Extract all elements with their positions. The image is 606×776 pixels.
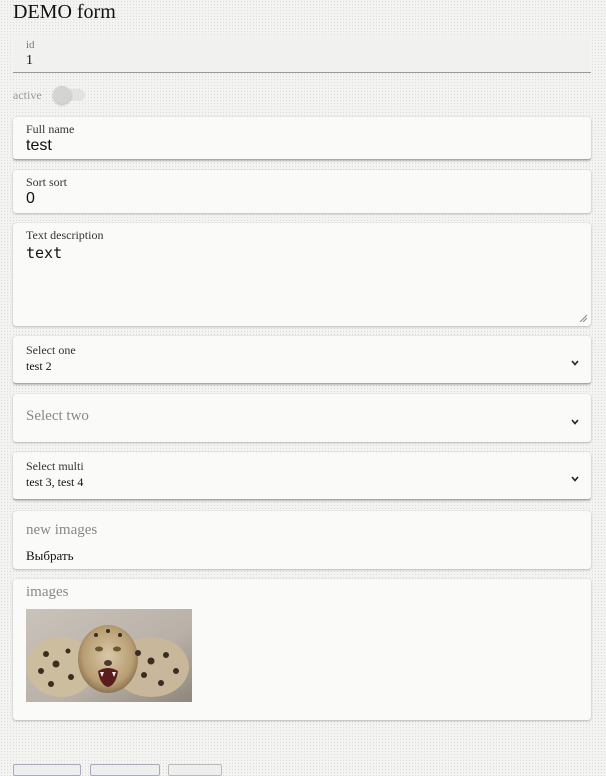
- leopard-image: [26, 609, 192, 702]
- active-toggle-knob[interactable]: [53, 86, 71, 104]
- new-images-label: new images: [26, 522, 98, 538]
- chevron-down-icon[interactable]: [570, 417, 580, 427]
- select-one-field[interactable]: Select one test 2: [13, 336, 591, 384]
- text-description-textarea[interactable]: text: [26, 244, 62, 262]
- select-one-label: Select one: [26, 343, 76, 357]
- image-thumbnail[interactable]: [26, 609, 192, 702]
- text-description-field[interactable]: Text description text: [13, 223, 591, 326]
- select-multi-label: Select multi: [26, 459, 84, 473]
- active-label: active: [13, 88, 42, 102]
- resize-handle-icon[interactable]: [579, 314, 587, 322]
- apply-button[interactable]: [90, 764, 160, 776]
- full-name-field[interactable]: Full name test: [13, 117, 591, 160]
- full-name-label: Full name: [26, 122, 75, 136]
- page-title: DEMO form: [13, 1, 116, 23]
- sort-input[interactable]: 0: [26, 190, 35, 208]
- submit-button[interactable]: [13, 764, 81, 776]
- full-name-input[interactable]: test: [26, 137, 52, 155]
- select-multi-value: test 3, test 4: [26, 475, 84, 489]
- sort-field[interactable]: Sort sort 0: [13, 170, 591, 213]
- id-field[interactable]: id 1: [13, 36, 591, 73]
- text-description-label: Text description: [26, 228, 104, 242]
- chevron-down-icon[interactable]: [570, 474, 580, 484]
- chevron-down-icon[interactable]: [570, 358, 580, 368]
- select-one-value: test 2: [26, 359, 52, 373]
- select-two-placeholder: Select two: [26, 408, 89, 424]
- new-images-field: new images Выбрать: [13, 511, 591, 569]
- cancel-button[interactable]: [168, 764, 222, 776]
- images-field: images: [13, 579, 591, 720]
- select-two-field[interactable]: Select two: [13, 394, 591, 442]
- id-label: id: [26, 39, 35, 51]
- id-value: 1: [26, 53, 33, 68]
- images-label: images: [26, 584, 69, 600]
- sort-label: Sort sort: [26, 175, 68, 189]
- select-multi-field[interactable]: Select multi test 3, test 4: [13, 452, 591, 500]
- choose-file-button[interactable]: Выбрать: [26, 548, 74, 564]
